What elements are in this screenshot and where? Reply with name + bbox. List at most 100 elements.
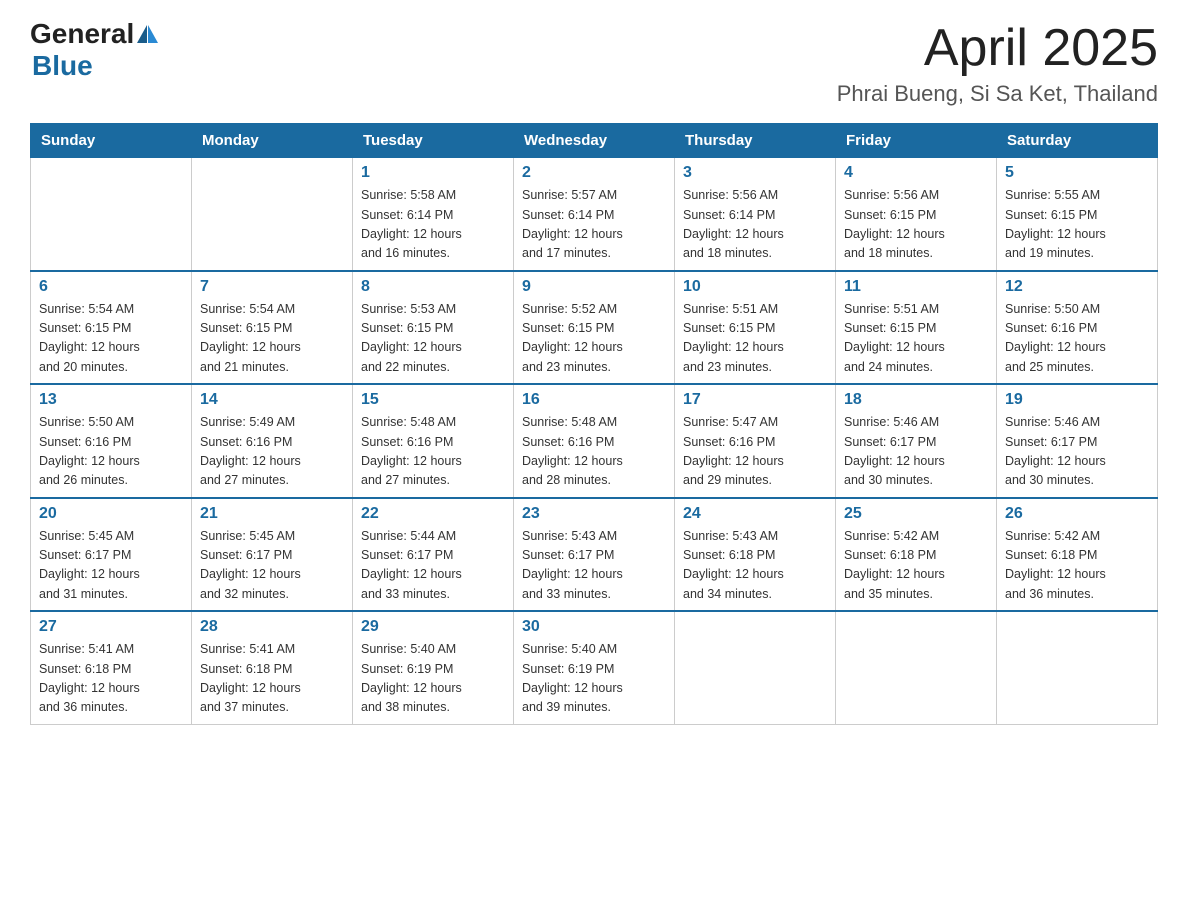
calendar-cell: 4Sunrise: 5:56 AM Sunset: 6:15 PM Daylig… bbox=[836, 158, 997, 271]
calendar-week-3: 13 Sunrise: 5:50 AM Sunset: 6:16 PM Dayli… bbox=[31, 384, 1158, 498]
day-info: Sunrise: 5:51 AM Sunset: 6:15 PM Dayligh… bbox=[683, 300, 827, 378]
calendar-cell: 19Sunrise: 5:46 AM Sunset: 6:17 PM Dayli… bbox=[997, 384, 1158, 498]
calendar-cell: 13 Sunrise: 5:50 AM Sunset: 6:16 PM Dayli… bbox=[31, 384, 192, 498]
day-info: Sunrise: 5:54 AM Sunset: 6:15 PM Dayligh… bbox=[39, 300, 183, 378]
calendar-cell: 5 Sunrise: 5:55 AM Sunset: 6:15 PM Daylig… bbox=[997, 158, 1158, 271]
day-number: 29 bbox=[361, 618, 505, 636]
calendar-week-5: 27Sunrise: 5:41 AM Sunset: 6:18 PM Dayli… bbox=[31, 611, 1158, 724]
day-info: Sunrise: 5:46 AM Sunset: 6:17 PM Dayligh… bbox=[844, 413, 988, 491]
day-info: Sunrise: 5:53 AM Sunset: 6:15 PM Dayligh… bbox=[361, 300, 505, 378]
calendar-cell: 21Sunrise: 5:45 AM Sunset: 6:17 PM Dayli… bbox=[192, 498, 353, 612]
day-info: Sunrise: 5:44 AM Sunset: 6:17 PM Dayligh… bbox=[361, 527, 505, 605]
day-number: 28 bbox=[200, 618, 344, 636]
col-header-friday: Friday bbox=[836, 124, 997, 158]
day-info: Sunrise: 5:50 AM Sunset: 6:16 PM Dayligh… bbox=[1005, 300, 1149, 378]
calendar-cell: 9 Sunrise: 5:52 AM Sunset: 6:15 PM Daylig… bbox=[514, 271, 675, 385]
col-header-sunday: Sunday bbox=[31, 124, 192, 158]
calendar-header-row: SundayMondayTuesdayWednesdayThursdayFrid… bbox=[31, 124, 1158, 158]
day-number: 18 bbox=[844, 391, 988, 409]
calendar-cell bbox=[31, 158, 192, 271]
day-number: 2 bbox=[522, 164, 666, 182]
day-number: 9 bbox=[522, 278, 666, 296]
day-number: 1 bbox=[361, 164, 505, 182]
day-info: Sunrise: 5:54 AM Sunset: 6:15 PM Dayligh… bbox=[200, 300, 344, 378]
day-number: 3 bbox=[683, 164, 827, 182]
calendar-cell: 6 Sunrise: 5:54 AM Sunset: 6:15 PM Daylig… bbox=[31, 271, 192, 385]
calendar-cell: 12Sunrise: 5:50 AM Sunset: 6:16 PM Dayli… bbox=[997, 271, 1158, 385]
calendar-cell: 22 Sunrise: 5:44 AM Sunset: 6:17 PM Dayli… bbox=[353, 498, 514, 612]
calendar-cell: 7 Sunrise: 5:54 AM Sunset: 6:15 PM Daylig… bbox=[192, 271, 353, 385]
col-header-tuesday: Tuesday bbox=[353, 124, 514, 158]
calendar-cell: 3 Sunrise: 5:56 AM Sunset: 6:14 PM Daylig… bbox=[675, 158, 836, 271]
day-info: Sunrise: 5:58 AM Sunset: 6:14 PM Dayligh… bbox=[361, 186, 505, 264]
calendar-cell: 8 Sunrise: 5:53 AM Sunset: 6:15 PM Daylig… bbox=[353, 271, 514, 385]
calendar-cell bbox=[836, 611, 997, 724]
col-header-monday: Monday bbox=[192, 124, 353, 158]
col-header-thursday: Thursday bbox=[675, 124, 836, 158]
calendar-cell: 30Sunrise: 5:40 AM Sunset: 6:19 PM Dayli… bbox=[514, 611, 675, 724]
day-info: Sunrise: 5:45 AM Sunset: 6:17 PM Dayligh… bbox=[39, 527, 183, 605]
day-number: 16 bbox=[522, 391, 666, 409]
calendar-cell: 18 Sunrise: 5:46 AM Sunset: 6:17 PM Dayli… bbox=[836, 384, 997, 498]
day-info: Sunrise: 5:48 AM Sunset: 6:16 PM Dayligh… bbox=[522, 413, 666, 491]
day-number: 23 bbox=[522, 505, 666, 523]
day-number: 27 bbox=[39, 618, 183, 636]
calendar-cell: 15 Sunrise: 5:48 AM Sunset: 6:16 PM Dayli… bbox=[353, 384, 514, 498]
day-number: 10 bbox=[683, 278, 827, 296]
day-info: Sunrise: 5:50 AM Sunset: 6:16 PM Dayligh… bbox=[39, 413, 183, 491]
page-subtitle: Phrai Bueng, Si Sa Ket, Thailand bbox=[837, 81, 1158, 107]
calendar-cell: 27Sunrise: 5:41 AM Sunset: 6:18 PM Dayli… bbox=[31, 611, 192, 724]
calendar-cell bbox=[675, 611, 836, 724]
day-info: Sunrise: 5:47 AM Sunset: 6:16 PM Dayligh… bbox=[683, 413, 827, 491]
calendar-cell: 26 Sunrise: 5:42 AM Sunset: 6:18 PM Dayli… bbox=[997, 498, 1158, 612]
day-info: Sunrise: 5:48 AM Sunset: 6:16 PM Dayligh… bbox=[361, 413, 505, 491]
page-header: General Blue April 2025 Phrai Bueng, Si … bbox=[30, 20, 1158, 107]
day-number: 25 bbox=[844, 505, 988, 523]
day-number: 19 bbox=[1005, 391, 1149, 409]
calendar-cell: 25 Sunrise: 5:42 AM Sunset: 6:18 PM Dayli… bbox=[836, 498, 997, 612]
day-info: Sunrise: 5:51 AM Sunset: 6:15 PM Dayligh… bbox=[844, 300, 988, 378]
title-area: April 2025 Phrai Bueng, Si Sa Ket, Thail… bbox=[837, 20, 1158, 107]
page-title: April 2025 bbox=[837, 20, 1158, 77]
logo-text: General bbox=[30, 20, 158, 48]
calendar-cell: 17Sunrise: 5:47 AM Sunset: 6:16 PM Dayli… bbox=[675, 384, 836, 498]
day-number: 20 bbox=[39, 505, 183, 523]
day-number: 6 bbox=[39, 278, 183, 296]
day-number: 21 bbox=[200, 505, 344, 523]
logo: General Blue bbox=[30, 20, 158, 82]
day-number: 11 bbox=[844, 278, 988, 296]
day-info: Sunrise: 5:52 AM Sunset: 6:15 PM Dayligh… bbox=[522, 300, 666, 378]
calendar-week-1: 1 Sunrise: 5:58 AM Sunset: 6:14 PM Daylig… bbox=[31, 158, 1158, 271]
day-number: 4 bbox=[844, 164, 988, 182]
calendar-cell: 24Sunrise: 5:43 AM Sunset: 6:18 PM Dayli… bbox=[675, 498, 836, 612]
logo-icon bbox=[137, 25, 158, 43]
day-info: Sunrise: 5:40 AM Sunset: 6:19 PM Dayligh… bbox=[361, 640, 505, 718]
day-info: Sunrise: 5:55 AM Sunset: 6:15 PM Dayligh… bbox=[1005, 186, 1149, 264]
day-info: Sunrise: 5:42 AM Sunset: 6:18 PM Dayligh… bbox=[844, 527, 988, 605]
day-info: Sunrise: 5:56 AM Sunset: 6:14 PM Dayligh… bbox=[683, 186, 827, 264]
day-number: 7 bbox=[200, 278, 344, 296]
day-number: 22 bbox=[361, 505, 505, 523]
day-info: Sunrise: 5:40 AM Sunset: 6:19 PM Dayligh… bbox=[522, 640, 666, 718]
day-number: 13 bbox=[39, 391, 183, 409]
calendar-cell: 11 Sunrise: 5:51 AM Sunset: 6:15 PM Dayli… bbox=[836, 271, 997, 385]
day-number: 14 bbox=[200, 391, 344, 409]
calendar-cell: 2 Sunrise: 5:57 AM Sunset: 6:14 PM Daylig… bbox=[514, 158, 675, 271]
day-info: Sunrise: 5:43 AM Sunset: 6:17 PM Dayligh… bbox=[522, 527, 666, 605]
triangle-light-icon bbox=[148, 25, 158, 43]
day-info: Sunrise: 5:42 AM Sunset: 6:18 PM Dayligh… bbox=[1005, 527, 1149, 605]
col-header-saturday: Saturday bbox=[997, 124, 1158, 158]
day-number: 15 bbox=[361, 391, 505, 409]
calendar-cell: 16 Sunrise: 5:48 AM Sunset: 6:16 PM Dayli… bbox=[514, 384, 675, 498]
day-info: Sunrise: 5:57 AM Sunset: 6:14 PM Dayligh… bbox=[522, 186, 666, 264]
col-header-wednesday: Wednesday bbox=[514, 124, 675, 158]
calendar-week-2: 6 Sunrise: 5:54 AM Sunset: 6:15 PM Daylig… bbox=[31, 271, 1158, 385]
day-number: 26 bbox=[1005, 505, 1149, 523]
calendar-cell: 20 Sunrise: 5:45 AM Sunset: 6:17 PM Dayli… bbox=[31, 498, 192, 612]
day-number: 5 bbox=[1005, 164, 1149, 182]
day-number: 8 bbox=[361, 278, 505, 296]
calendar-cell: 1 Sunrise: 5:58 AM Sunset: 6:14 PM Daylig… bbox=[353, 158, 514, 271]
calendar-cell: 23 Sunrise: 5:43 AM Sunset: 6:17 PM Dayli… bbox=[514, 498, 675, 612]
calendar-cell bbox=[192, 158, 353, 271]
calendar-cell: 28Sunrise: 5:41 AM Sunset: 6:18 PM Dayli… bbox=[192, 611, 353, 724]
